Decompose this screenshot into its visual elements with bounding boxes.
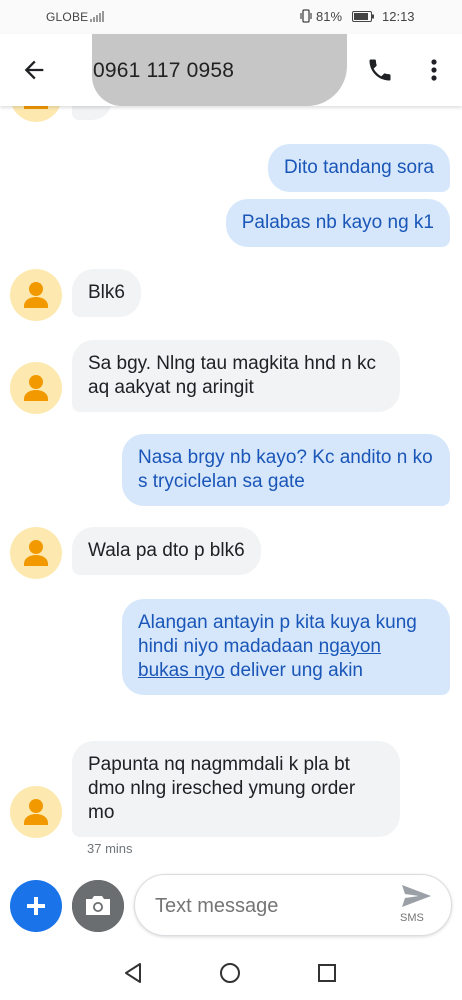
- back-arrow-icon[interactable]: [20, 56, 48, 84]
- message-bubble-incoming[interactable]: Papunta nq nagmmdali k pla bt dmo nlng i…: [72, 741, 400, 837]
- system-nav-bar: [0, 946, 462, 1000]
- add-attachment-button[interactable]: [10, 880, 62, 932]
- status-bar: GLOBE 81% 12:13: [0, 0, 462, 34]
- battery-icon: [352, 11, 374, 22]
- phone-icon[interactable]: [366, 56, 394, 84]
- plus-icon: [27, 897, 45, 915]
- person-icon: [24, 540, 48, 566]
- message-bubble-outgoing[interactable]: Alangan antayin p kita kuya kung hindi n…: [122, 599, 450, 695]
- message-bubble-incoming[interactable]: Sa bgy. Nlng tau magkita hnd n kc aq aak…: [72, 340, 400, 412]
- avatar: [10, 362, 62, 414]
- person-icon: [24, 106, 48, 109]
- message-bubble-outgoing[interactable]: Dito tandang sora: [268, 144, 450, 192]
- vibrate-icon: [300, 9, 312, 23]
- avatar: [10, 106, 62, 122]
- person-icon: [24, 375, 48, 401]
- message-input[interactable]: [153, 890, 377, 922]
- send-mode-label: SMS: [400, 912, 424, 924]
- camera-icon: [72, 880, 124, 932]
- contact-number[interactable]: 0961 117 0958: [93, 59, 234, 83]
- clock: 12:13: [382, 9, 415, 24]
- person-icon: [24, 282, 48, 308]
- message-bubble-outgoing[interactable]: Nasa brgy nb kayo? Kc andito n ko s tryc…: [122, 434, 450, 506]
- carrier-label: GLOBE: [46, 10, 89, 24]
- avatar: [10, 786, 62, 838]
- compose-box: SMS: [134, 874, 452, 936]
- avatar: [10, 527, 62, 579]
- send-icon[interactable]: [399, 883, 433, 909]
- avatar: [10, 269, 62, 321]
- nav-recents-icon[interactable]: [317, 963, 337, 983]
- camera-gallery-button[interactable]: [72, 880, 124, 932]
- battery-percent: 81%: [316, 9, 343, 24]
- person-icon: [24, 799, 48, 825]
- nav-back-icon[interactable]: [122, 961, 144, 985]
- message-text: deliver ung akin: [229, 660, 363, 681]
- message-bubble-outgoing[interactable]: Palabas nb kayo ng k1: [225, 199, 450, 247]
- conversation-header: 0961 117 0958: [0, 34, 462, 106]
- nav-home-icon[interactable]: [219, 962, 241, 984]
- message-bubble-incoming[interactable]: Blk6: [72, 269, 141, 317]
- message-thread: Dito tandang sora Palabas nb kayo ng k1 …: [0, 106, 462, 866]
- more-vert-icon[interactable]: [424, 56, 444, 84]
- message-bubble-partial: [72, 106, 112, 120]
- message-bubble-incoming[interactable]: Wala pa dto p blk6: [72, 527, 261, 575]
- signal-icon: [90, 11, 104, 22]
- message-timestamp: 37 mins: [87, 841, 133, 856]
